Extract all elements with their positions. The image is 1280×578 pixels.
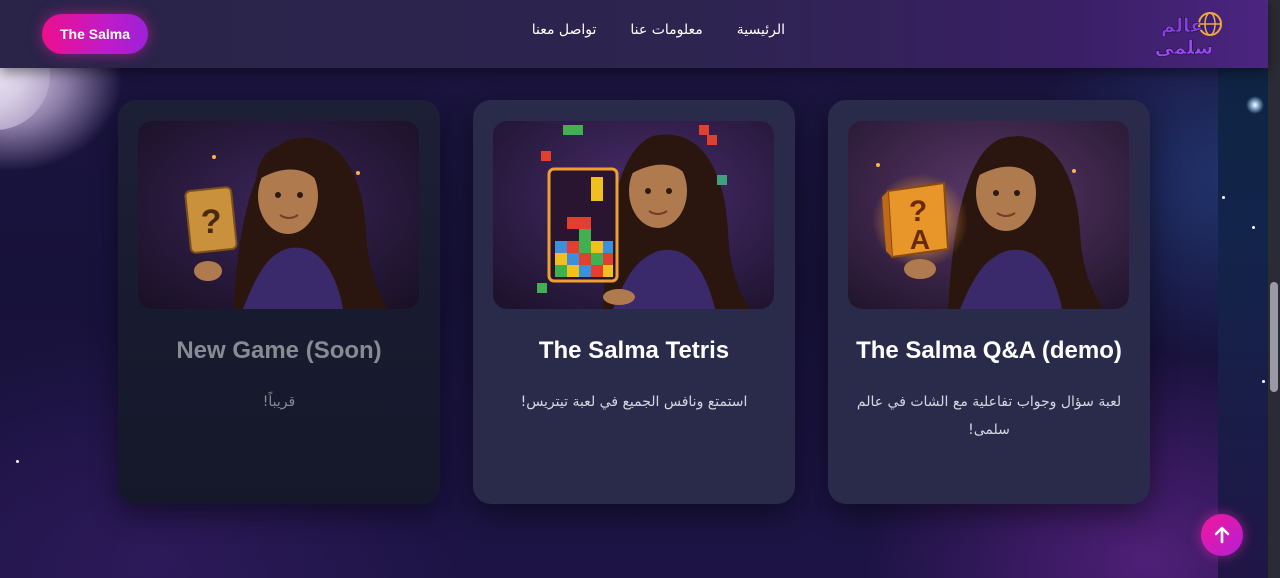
logo-text-bottom: سلمى (1155, 37, 1213, 59)
page-scrollbar[interactable] (1268, 0, 1280, 578)
games-grid: ? New Game (Soon) قريباً! The Salma Tetr… (118, 100, 1150, 504)
star-decoration (1252, 226, 1255, 229)
logo-text-top: عالم (1161, 15, 1203, 37)
sparkle-decoration (1246, 96, 1264, 114)
star-decoration (1262, 380, 1265, 383)
game-title: The Salma Q&A (demo) (856, 337, 1122, 364)
nav-about-link[interactable]: معلومات عنا (630, 22, 702, 48)
tetris-board-icon (547, 167, 619, 283)
scrollbar-thumb[interactable] (1270, 282, 1278, 392)
game-title: New Game (Soon) (176, 337, 382, 364)
qa-cube-icon: ? A (882, 181, 950, 259)
star-decoration (1222, 196, 1225, 199)
game-card-qa[interactable]: ? A The Salma Q&A (demo) لعبة سؤال وجواب… (828, 100, 1150, 504)
main-nav: الرئيسية معلومات عنا تواصل معنا (515, 22, 785, 48)
cube-letter-answer: A (910, 224, 930, 255)
game-description: قريباً! (262, 394, 296, 410)
nav-contact-link[interactable]: تواصل معنا (532, 22, 597, 48)
game-thumbnail[interactable]: ? A (848, 121, 1129, 309)
mystery-card-symbol: ? (201, 203, 222, 241)
scroll-to-top-button[interactable] (1201, 514, 1243, 556)
arrow-up-icon (1214, 526, 1230, 544)
site-logo[interactable]: عالم سلمى (1150, 8, 1226, 60)
game-thumbnail[interactable]: ? (138, 121, 419, 309)
game-card-new[interactable]: ? New Game (Soon) قريباً! (118, 100, 440, 504)
game-thumbnail[interactable] (493, 121, 774, 309)
game-description: استمتع ونافس الجميع في لعبة تيتريس! (520, 394, 748, 410)
game-title: The Salma Tetris (538, 337, 730, 364)
star-decoration (16, 460, 19, 463)
brand-button[interactable]: The Salma (42, 14, 148, 54)
top-navbar: The Salma الرئيسية معلومات عنا تواصل معن… (0, 0, 1268, 68)
game-description: لعبة سؤال وجواب تفاعلية مع الشات في عالم… (856, 394, 1122, 438)
game-card-tetris[interactable]: The Salma Tetris استمتع ونافس الجميع في … (473, 100, 795, 504)
side-decoration (1218, 0, 1268, 578)
nav-home-link[interactable]: الرئيسية (737, 22, 785, 48)
